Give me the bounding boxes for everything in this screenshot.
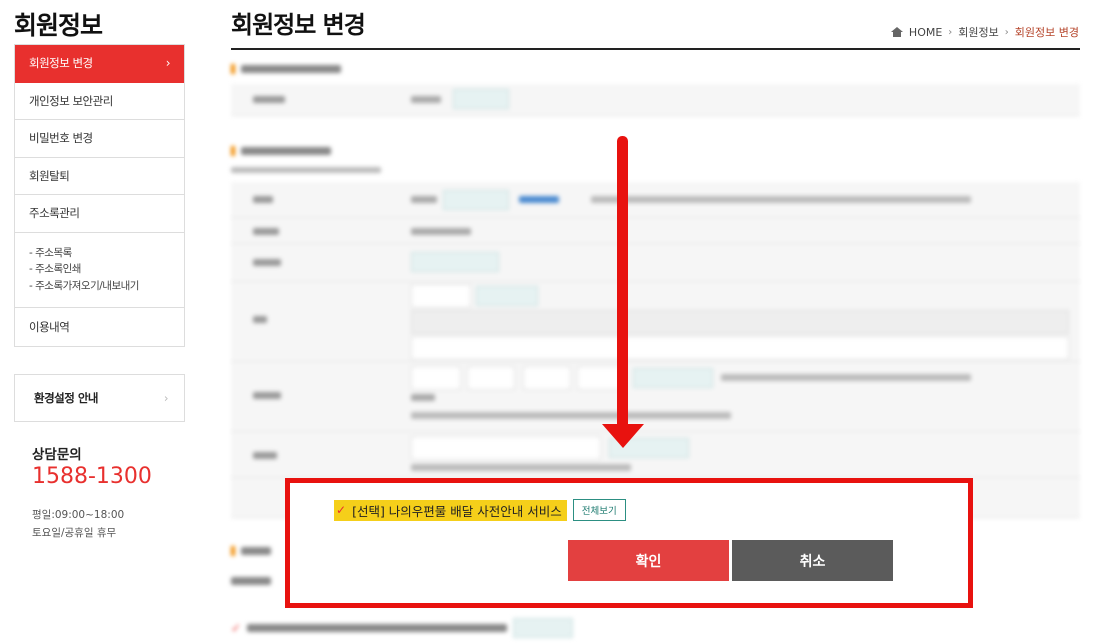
check-icon: ✓ <box>336 503 347 517</box>
delivery-notice-option: ✓ [선택] 나의우편물 배달 사전안내 서비스 전체보기 <box>334 499 626 521</box>
view-all-button[interactable]: 전체보기 <box>572 499 626 521</box>
confirm-button[interactable]: 확인 <box>568 540 729 581</box>
cancel-button[interactable]: 취소 <box>732 540 893 581</box>
annotation-arrow-head <box>602 424 644 448</box>
delivery-notice-checkbox[interactable]: ✓ [선택] 나의우편물 배달 사전안내 서비스 <box>334 499 567 521</box>
annotation-arrow <box>617 136 628 432</box>
delivery-notice-label: [선택] 나의우편물 배달 사전안내 서비스 <box>352 503 562 519</box>
